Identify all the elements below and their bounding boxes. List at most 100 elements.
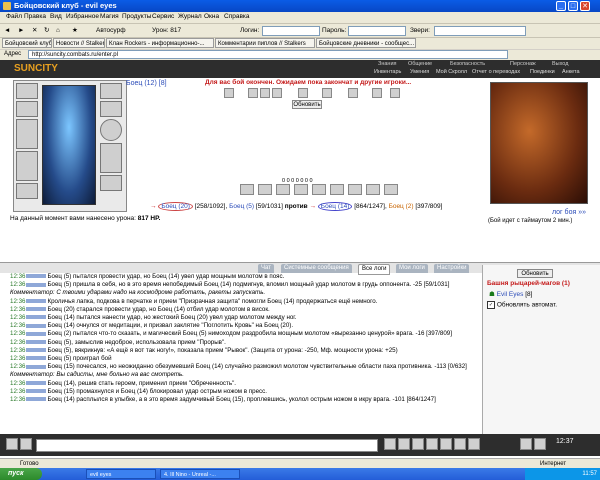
menu-edit[interactable]: Правка (24, 13, 46, 20)
tool-icon-9[interactable] (534, 438, 546, 450)
attack-icon-9[interactable] (390, 88, 400, 98)
game-header: SUNCITY Знания Общение Безопасность Перс… (0, 60, 600, 78)
tool-icon-4[interactable] (426, 438, 438, 450)
pants-slot[interactable] (100, 143, 122, 173)
back-icon[interactable]: ◄ (4, 26, 10, 35)
tab-chat[interactable]: Чат (258, 264, 274, 273)
gloves-slot[interactable] (100, 101, 122, 117)
skill-icon-3[interactable] (276, 184, 290, 195)
tab-settings[interactable]: Настройки (434, 264, 470, 273)
menu-favorites[interactable]: Избранное (66, 13, 99, 20)
online-user-name[interactable]: Evil Eyes (497, 291, 524, 298)
nav-fights[interactable]: Поединки (530, 69, 555, 76)
boots-slot[interactable] (100, 175, 122, 191)
maximize-button[interactable]: □ (568, 1, 578, 11)
address-input[interactable]: http://suncity.combats.ru/enter.pl (28, 50, 508, 59)
attack-icon-7[interactable] (348, 88, 358, 98)
login-input[interactable] (262, 26, 320, 36)
armor-slot[interactable] (16, 151, 38, 181)
refresh-button[interactable]: Обновить (292, 100, 322, 109)
skill-icon-2[interactable] (258, 184, 272, 195)
minimize-button[interactable]: _ (556, 1, 566, 11)
location-refresh-button[interactable]: Обновить (517, 269, 553, 278)
nav-communication[interactable]: Общение (408, 61, 432, 68)
zveri-input[interactable] (434, 26, 526, 36)
attack-icon-6[interactable] (322, 88, 332, 98)
nav-inventory[interactable]: Инвентарь (374, 69, 401, 76)
skill-icon-5[interactable] (312, 184, 326, 195)
auto-refresh-checkbox[interactable]: ✓ (487, 301, 495, 309)
attack-icon-4[interactable] (272, 88, 282, 98)
menu-windows[interactable]: Окна (204, 13, 219, 20)
reload-icon[interactable]: ↻ (44, 26, 49, 35)
tool-icon-2[interactable] (398, 438, 410, 450)
weapon-slot[interactable] (16, 119, 38, 149)
stop-icon[interactable]: ✕ (32, 26, 37, 35)
attack-icon-2[interactable] (248, 88, 258, 98)
nav-transfers[interactable]: Отчет о переводах (472, 69, 520, 76)
tab-news[interactable]: Новости // Stalkers (53, 38, 105, 48)
tab-diaries[interactable]: Бойцовские дневники - сообщес... (316, 38, 416, 48)
tab-rockers[interactable]: Клан Rockers - информационно-... (106, 38, 214, 48)
autosurf-button[interactable]: Автосурф (96, 26, 126, 35)
amulet-slot[interactable] (16, 101, 38, 117)
menu-view[interactable]: Вид (50, 13, 62, 20)
team2-fighter-2[interactable]: Боец (2) (389, 203, 414, 210)
star-icon[interactable]: ★ (72, 26, 78, 35)
menu-help[interactable]: Справка (224, 13, 250, 20)
skill-icon-1[interactable] (240, 184, 254, 195)
menu-magic[interactable]: Магия (100, 13, 119, 20)
nav-profile[interactable]: Анкета (562, 69, 580, 76)
close-button[interactable]: ✕ (580, 1, 590, 11)
team1-fighter-1[interactable]: Боец (20) (158, 202, 193, 211)
skill-icon-6[interactable] (330, 184, 344, 195)
menu-journal[interactable]: Журнал (178, 13, 202, 20)
tool-icon-5[interactable] (440, 438, 452, 450)
forward-icon[interactable]: ► (18, 26, 24, 35)
nav-knowledge[interactable]: Знания (378, 61, 397, 68)
attack-icon-3[interactable] (260, 88, 270, 98)
nav-skills[interactable]: Умения (410, 69, 429, 76)
nav-exit[interactable]: Выход (552, 61, 568, 68)
helmet-slot[interactable] (16, 83, 38, 99)
menu-file[interactable]: Файл (6, 13, 22, 20)
tool-icon-3[interactable] (412, 438, 424, 450)
tool-icon-7[interactable] (468, 438, 480, 450)
smile-icon[interactable] (6, 438, 18, 450)
skill-icon-7[interactable] (348, 184, 362, 195)
tool-icon-6[interactable] (454, 438, 466, 450)
password-input[interactable] (348, 26, 406, 36)
attack-icon-5[interactable] (298, 88, 308, 98)
attack-icon-1[interactable] (224, 88, 234, 98)
chat-input[interactable] (36, 439, 378, 452)
tab-my-logs[interactable]: Мои логи (396, 264, 428, 273)
home-icon[interactable]: ⌂ (56, 26, 60, 35)
hp-bar-icon (26, 274, 47, 279)
chat-input-icon[interactable] (20, 438, 32, 450)
nav-character[interactable]: Персонаж (510, 61, 536, 68)
menu-service[interactable]: Сервис (152, 13, 174, 20)
fight-log-link[interactable]: лог боя »» (552, 209, 586, 216)
team2-fighter-1[interactable]: Боец (14) (317, 202, 353, 211)
player-name[interactable]: Боец (12) (126, 80, 157, 87)
tab-combats[interactable]: Бойцовский клуб (2, 38, 52, 48)
nav-security[interactable]: Безопасность (450, 61, 485, 68)
skill-icon-8[interactable] (366, 184, 380, 195)
tab-comments[interactable]: Комментарии пиплов // Stalkers (215, 38, 315, 48)
menu-products[interactable]: Продукты (122, 13, 151, 20)
tool-icon-1[interactable] (384, 438, 396, 450)
nav-scroll[interactable]: Мой Скролл (436, 69, 467, 76)
skill-icon-4[interactable] (294, 184, 308, 195)
earring-slot[interactable] (100, 83, 122, 99)
skill-icon-9[interactable] (384, 184, 398, 195)
start-button[interactable]: пуск (0, 468, 42, 480)
belt-slot[interactable] (16, 183, 38, 199)
tool-icon-8[interactable] (520, 438, 532, 450)
team1-fighter-2[interactable]: Боец (5) (229, 203, 254, 210)
team1-fighter-1-hp: [258/1092] (194, 203, 226, 210)
tab-system-messages[interactable]: Системные сообщения (281, 264, 352, 273)
shield-slot[interactable] (100, 119, 122, 141)
attack-icon-8[interactable] (372, 88, 382, 98)
task-music[interactable]: 4. Ill Nino - Unreal -... (160, 469, 240, 479)
task-evil-eyes[interactable]: evil eyes (86, 469, 156, 479)
